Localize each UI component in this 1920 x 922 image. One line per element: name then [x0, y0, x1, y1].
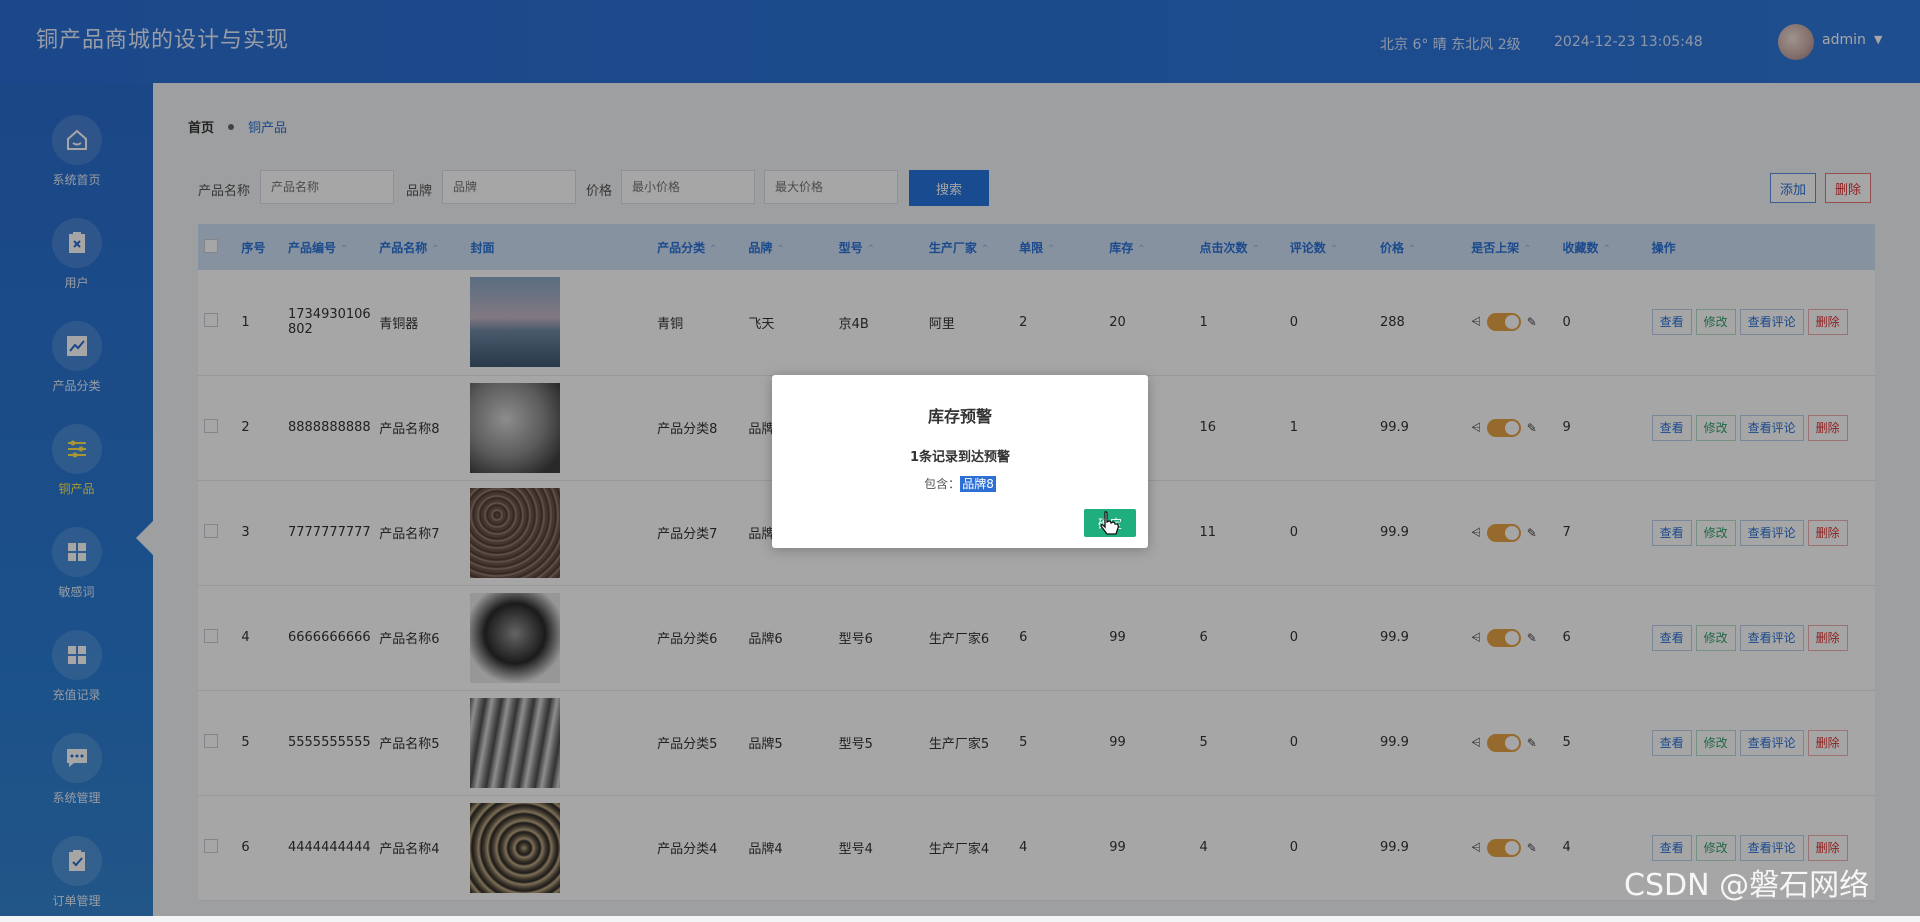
include-value: 品牌8: [960, 476, 996, 492]
dialog-title: 库存预警: [927, 407, 992, 426]
dialog-message: 1条记录到达预警: [909, 450, 1011, 465]
dialog-include: 包含： 品牌8: [772, 475, 1148, 492]
include-label: 包含：: [924, 477, 961, 491]
stock-warning-dialog: 库存预警 1条记录到达预警 包含：品牌8 确定: [772, 375, 1148, 548]
watermark: CSDN @磐石网络: [1624, 868, 1870, 903]
hand-pointer-icon: [1098, 510, 1120, 540]
